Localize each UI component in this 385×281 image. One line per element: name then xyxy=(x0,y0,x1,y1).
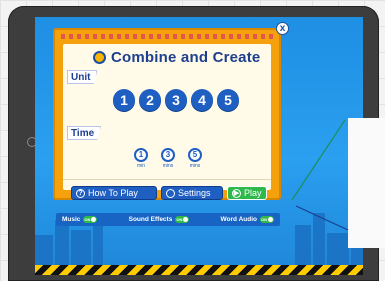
leader-line-lower xyxy=(295,205,349,231)
callout-leader-lines xyxy=(291,119,349,231)
leader-line-upper xyxy=(291,119,346,201)
